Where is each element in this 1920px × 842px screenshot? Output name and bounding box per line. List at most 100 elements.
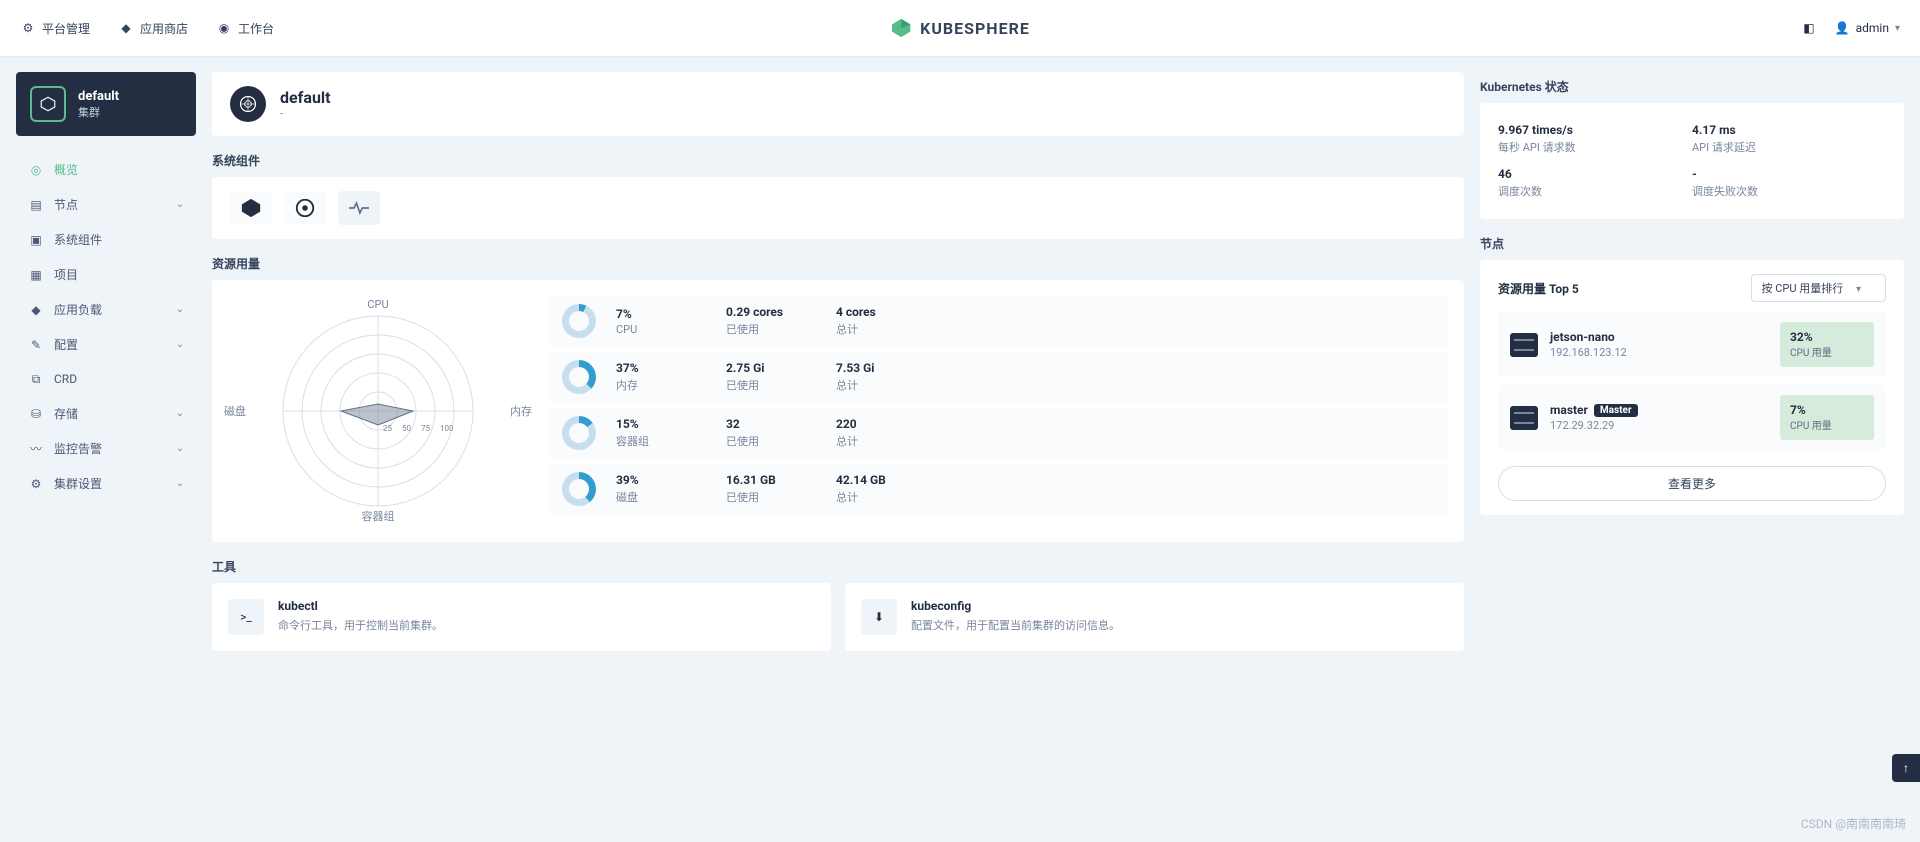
section-kstatus-title: Kubernetes 状态 [1480,78,1904,95]
metric-name: 内存 [616,377,706,393]
kstat-lbl: 调度失败次数 [1692,183,1886,199]
metric-row-内存: 37%内存2.75 Gi已使用7.53 Gi总计 [548,352,1448,402]
node-row[interactable]: jetson-nano192.168.123.1232%CPU 用量 [1498,312,1886,377]
sidebar-item-projects[interactable]: ▦项目 [16,257,196,292]
sidebar-item-workloads[interactable]: ◆应用负载⌄ [16,292,196,327]
node-name: jetson-nano [1550,330,1768,344]
metric-total: 42.14 GB [836,473,926,487]
metric-row-CPU: 7%CPU0.29 cores已使用4 cores总计 [548,296,1448,346]
sidebar-item-overview[interactable]: ◎概览 [16,152,196,187]
metric-total-lbl: 总计 [836,321,926,337]
topbar-left: ⚙ 平台管理 ◆ 应用商店 ◉ 工作台 [20,20,274,37]
svg-text:100: 100 [440,424,454,433]
node-name: master Master [1550,403,1768,417]
nav-appstore[interactable]: ◆ 应用商店 [118,20,188,37]
gear-icon: ⚙ [20,20,36,36]
nav-platform-label: 平台管理 [42,20,90,37]
tools-grid: >_kubectl命令行工具，用于控制当前集群。⬇kubeconfig配置文件，… [212,583,1464,651]
kstatus-item: -调度失败次数 [1692,161,1886,205]
sidebar-item-nodes[interactable]: ▤节点⌄ [16,187,196,222]
terminal-icon: >_ [228,599,264,635]
nav-platform[interactable]: ⚙ 平台管理 [20,20,90,37]
nav-label: CRD [54,372,77,386]
metric-used: 2.75 Gi [726,361,816,375]
cluster-name: default [78,89,119,104]
component-monitoring[interactable] [338,191,380,225]
notification-icon[interactable]: ◧ [1803,21,1814,35]
nav-label: 节点 [54,196,78,213]
kstatus-item: 9.967 times/s每秒 API 请求数 [1498,117,1692,161]
nav-label: 概览 [54,161,78,178]
component-kubernetes[interactable] [284,191,326,225]
metric-row-容器组: 15%容器组32已使用220总计 [548,408,1448,458]
topbar: ⚙ 平台管理 ◆ 应用商店 ◉ 工作台 KUBESPHERE ◧ 👤 admin… [0,0,1920,56]
appstore-icon: ◆ [118,20,134,36]
metric-used-lbl: 已使用 [726,377,816,393]
metric-total-lbl: 总计 [836,433,926,449]
section-tools-title: 工具 [212,558,1464,575]
tool-kubectl[interactable]: >_ kubectl 命令行工具，用于控制当前集群。 [212,583,831,651]
nodes-top-label: 资源用量 Top 5 [1498,280,1579,297]
kstat-val: 4.17 ms [1692,123,1886,137]
sidebar-item-config[interactable]: ✎配置⌄ [16,327,196,362]
topbar-right: ◧ 👤 admin ▾ [1803,21,1900,35]
download-icon: ⬇ [861,599,897,635]
avatar-icon: 👤 [1835,21,1850,35]
nav-label: 存储 [54,405,78,422]
metric-name: 磁盘 [616,489,706,505]
metric-pct: 7% [616,307,706,321]
node-row[interactable]: master Master172.29.32.297%CPU 用量 [1498,385,1886,450]
kstat-lbl: 调度次数 [1498,183,1692,199]
tool-title: kubectl [278,599,443,613]
metric-used-lbl: 已使用 [726,489,816,505]
sidebar-item-crd[interactable]: ⧉CRD [16,362,196,396]
tool-title: kubeconfig [911,599,1120,613]
nav-label: 监控告警 [54,440,102,457]
metric-used-lbl: 已使用 [726,321,816,337]
nav-label: 系统组件 [54,231,102,248]
sidebar-item-monitor[interactable]: 〰监控告警⌄ [16,431,196,466]
kstatus-item: 46 调度次数 [1498,161,1692,205]
donut-icon [562,416,596,450]
page-subtitle: - [280,107,331,120]
username: admin [1856,21,1889,35]
master-badge: Master [1594,404,1638,417]
view-more-button[interactable]: 查看更多 [1498,466,1886,501]
nodes-sort-select[interactable]: 按 CPU 用量排行 ▾ [1751,274,1886,302]
cluster-card[interactable]: default 集群 [16,72,196,136]
sort-label: 按 CPU 用量排行 [1762,282,1844,295]
sidebar-item-storage[interactable]: ⛁存储⌄ [16,396,196,431]
watermark: CSDN @南南南南琦 [1801,815,1906,832]
brand-text: KUBESPHERE [920,19,1030,38]
chevron-down-icon: ⌄ [176,304,184,315]
radar-axis-mem: 内存 [510,403,532,419]
brand: KUBESPHERE [890,17,1030,39]
component-kubesphere[interactable] [230,191,272,225]
tool-desc: 命令行工具，用于控制当前集群。 [278,617,443,633]
sidebar-item-settings[interactable]: ⚙集群设置⌄ [16,466,196,501]
metric-used: 32 [726,417,816,431]
config-icon: ✎ [28,337,44,353]
kstat-lbl: API 请求延迟 [1692,139,1886,155]
chevron-down-icon: ⌄ [176,443,184,454]
workloads-icon: ◆ [28,302,44,318]
sidebar-nav: ◎概览▤节点⌄▣系统组件▦项目◆应用负载⌄✎配置⌄⧉CRD⛁存储⌄〰监控告警⌄⚙… [16,152,196,501]
donut-icon [562,472,596,506]
cluster-header-icon [230,86,266,122]
tool-kubeconfig[interactable]: ⬇kubeconfig配置文件，用于配置当前集群的访问信息。 [845,583,1464,651]
radar-chart: 25 50 75 100 CPU 内存 容器组 磁盘 [228,296,528,526]
user-menu[interactable]: 👤 admin ▾ [1835,21,1900,35]
kstat-lbl: 每秒 API 请求数 [1498,139,1692,155]
metric-pct: 39% [616,473,706,487]
cluster-sub: 集群 [78,104,119,120]
nav-workbench[interactable]: ◉ 工作台 [216,20,274,37]
donut-icon [562,360,596,394]
settings-icon: ⚙ [28,476,44,492]
metrics-list: 7%CPU0.29 cores已使用4 cores总计37%内存2.75 Gi已… [548,296,1448,526]
scroll-top-button[interactable]: ↑ [1892,754,1920,782]
kstat-val: 46 [1498,167,1692,181]
chevron-down-icon: ▾ [1856,284,1861,295]
page-title: default [280,88,331,107]
radar-axis-disk: 磁盘 [224,403,246,419]
sidebar-item-components[interactable]: ▣系统组件 [16,222,196,257]
